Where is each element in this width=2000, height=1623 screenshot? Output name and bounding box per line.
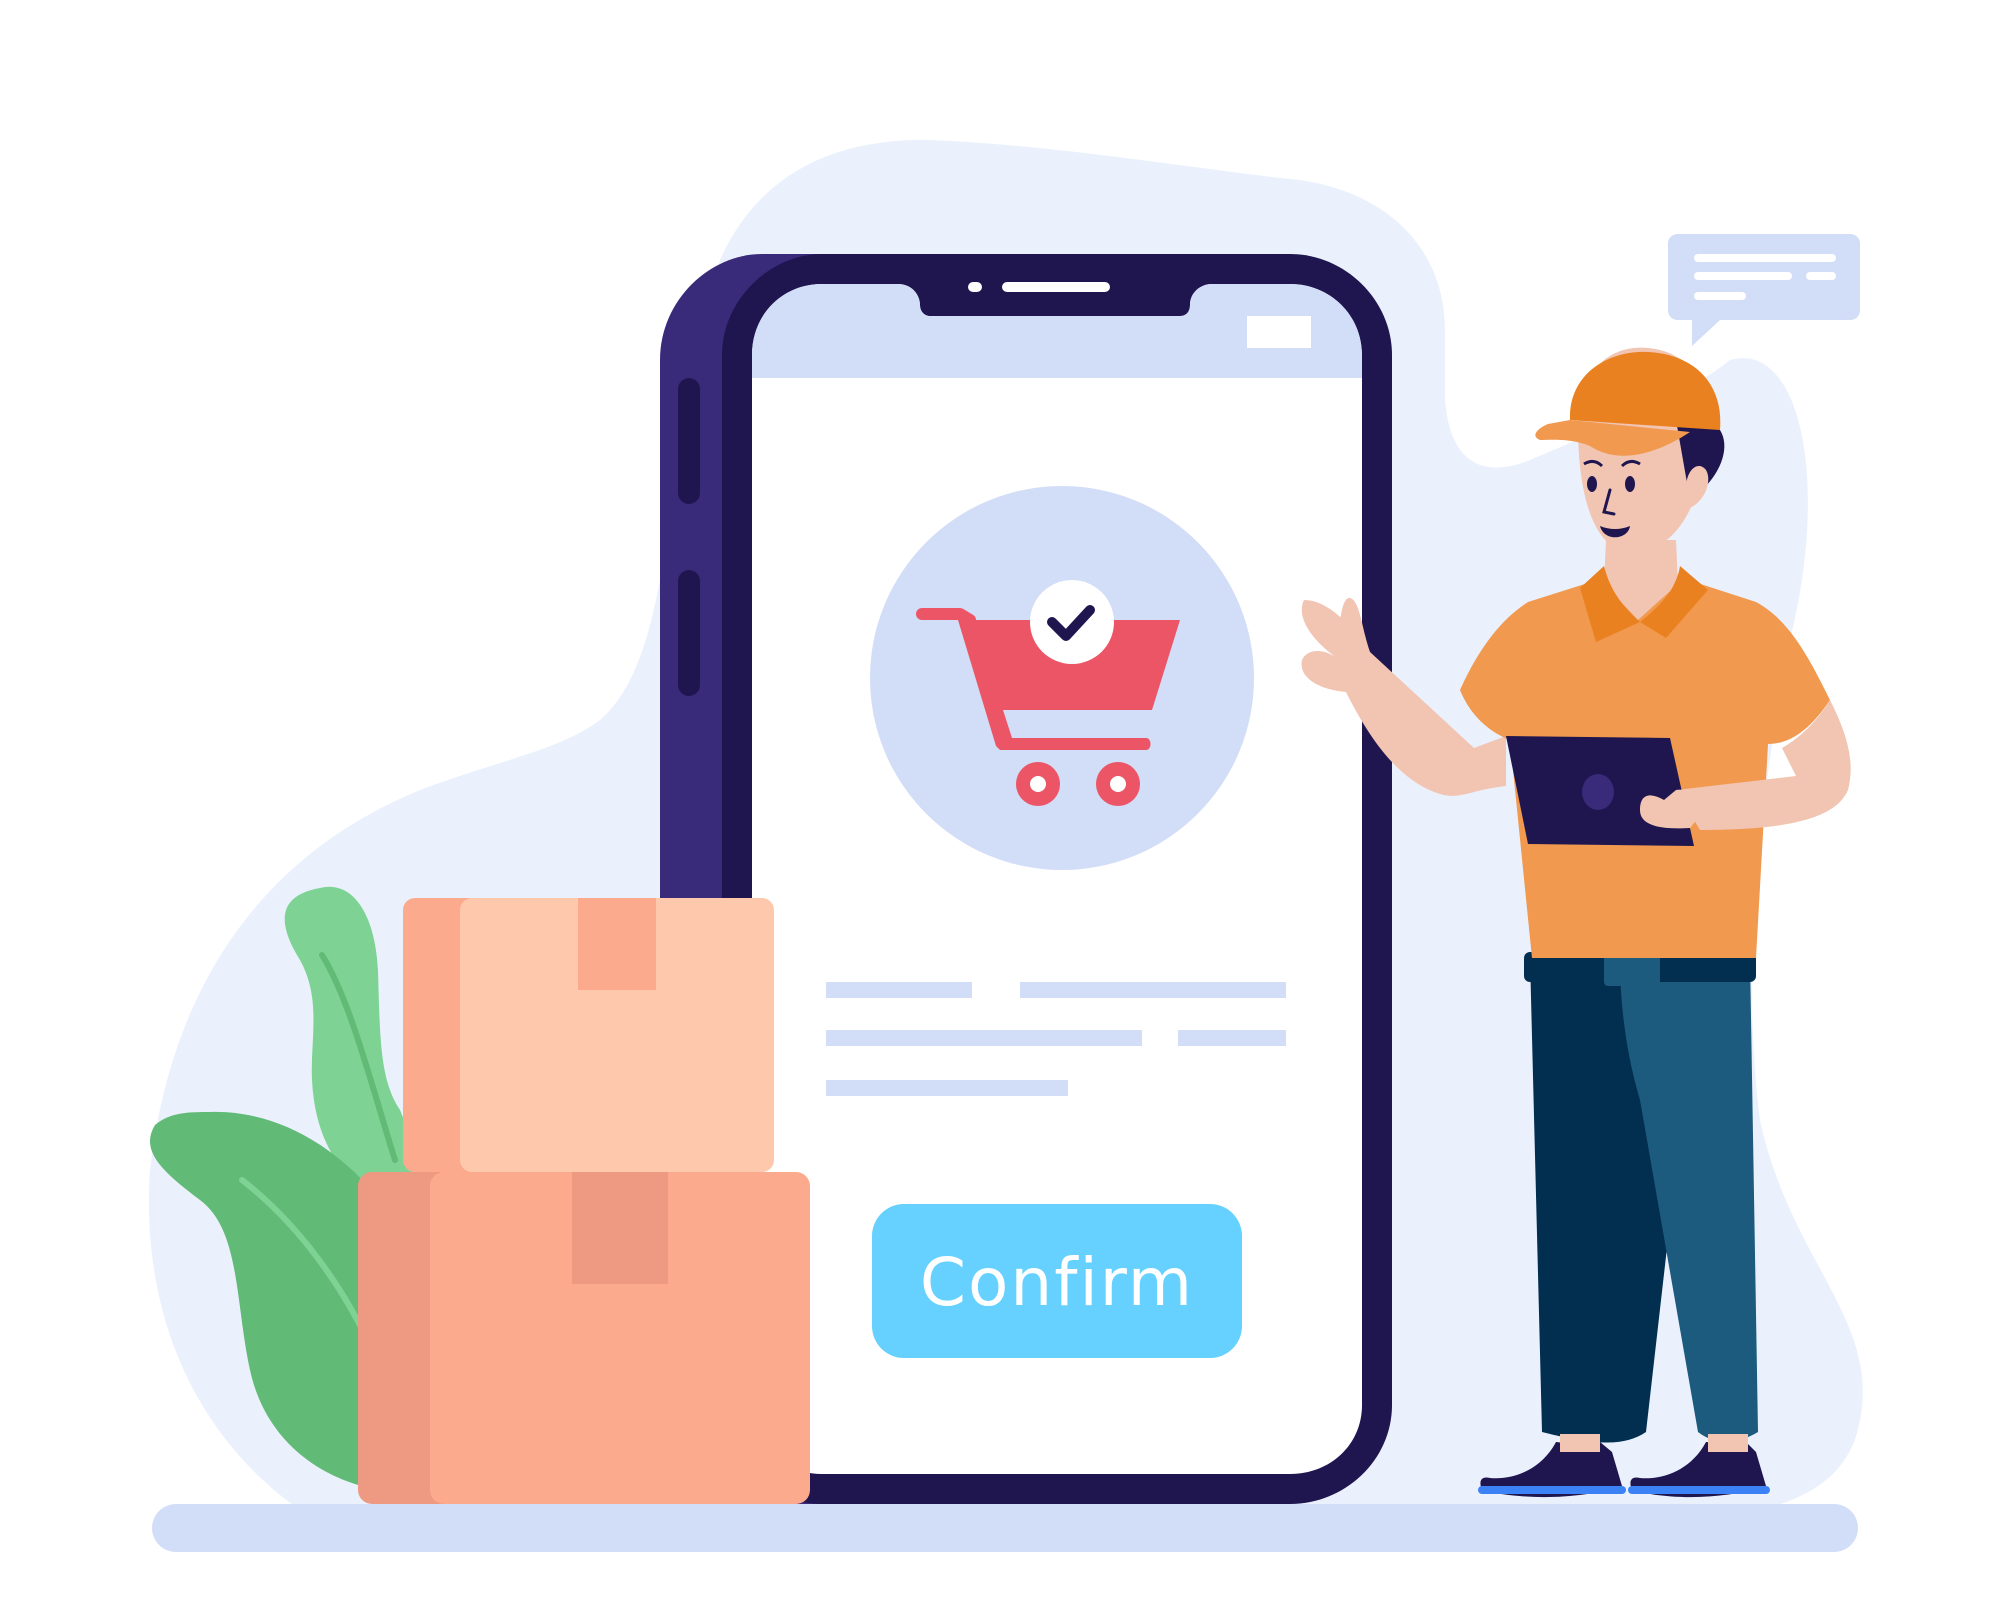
chat-line (1694, 292, 1746, 300)
chat-bubble-icon (1668, 234, 1860, 346)
tablet-camera (1582, 774, 1614, 810)
courier-eye (1625, 476, 1635, 492)
shoe-sole (1478, 1486, 1626, 1494)
chat-bubble-shape (1668, 234, 1860, 346)
parcel-top (403, 898, 774, 1172)
placeholder-line (826, 1030, 1142, 1046)
chat-line (1694, 272, 1792, 280)
front-camera (968, 282, 982, 292)
chat-line (1806, 272, 1836, 280)
battery-icon (1247, 316, 1311, 348)
cart-check-bubble (1030, 580, 1114, 664)
placeholder-line (1020, 982, 1286, 998)
placeholder-line (1178, 1030, 1286, 1046)
courier-cap (1569, 351, 1721, 430)
placeholder-line (826, 1080, 1068, 1096)
cart-wheel-left-hub (1030, 776, 1046, 792)
confirm-button-label[interactable]: Confirm (920, 1244, 1194, 1321)
parcel-bottom (358, 1172, 810, 1504)
speaker-grille (1002, 282, 1110, 292)
phone-side-button-bottom (678, 570, 700, 696)
stacked-parcels (358, 898, 810, 1504)
ground-bar (152, 1504, 1858, 1552)
confirm-button[interactable]: Confirm (872, 1204, 1242, 1358)
chat-line (1694, 254, 1836, 262)
shoe-sole (1628, 1486, 1770, 1494)
phone-side-button-top (678, 378, 700, 504)
cart-handle (916, 608, 976, 626)
parcel-top-tape (578, 898, 656, 990)
placeholder-line (826, 982, 972, 998)
courier-ankle (1708, 1434, 1748, 1452)
delivery-confirmation-illustration: Confirm (148, 139, 1863, 1552)
parcel-bottom-tape (572, 1172, 668, 1284)
courier-ankle (1560, 1434, 1600, 1452)
cart-wheel-right-hub (1110, 776, 1126, 792)
courier-eye (1587, 476, 1597, 492)
